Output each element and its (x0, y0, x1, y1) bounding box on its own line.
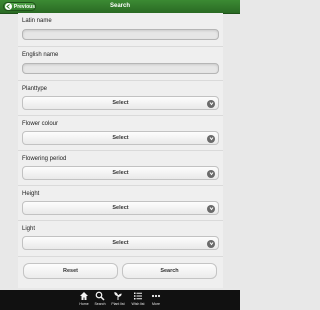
height-select[interactable]: Select (22, 201, 219, 215)
flowering-period-label: Flowering period (22, 156, 67, 162)
search-icon (95, 291, 105, 301)
flower-colour-select[interactable]: Select (22, 131, 219, 145)
nav-label-wish-list: Wish list (131, 302, 145, 306)
bottom-nav-bar: Home Search Plant list Wish list More (0, 290, 240, 310)
divider (18, 185, 223, 186)
reset-button[interactable]: Reset (23, 263, 118, 279)
nav-item-more[interactable]: More (148, 291, 164, 309)
list-icon (134, 292, 142, 300)
divider (18, 80, 223, 81)
nav-item-wish-list[interactable]: Wish list (130, 291, 146, 309)
search-form: Latin name English name Planttype Select… (18, 13, 223, 288)
top-bar: Previous Search (0, 0, 240, 14)
plant-icon (114, 292, 122, 300)
divider (18, 150, 223, 151)
height-select-value: Select (112, 205, 129, 211)
nav-label-home: Home (79, 302, 89, 306)
divider (18, 46, 223, 47)
light-select[interactable]: Select (22, 236, 219, 250)
english-name-input[interactable] (22, 63, 219, 74)
latin-name-label: Latin name (22, 18, 52, 24)
more-icon (151, 294, 161, 298)
chevron-down-icon (207, 99, 215, 108)
search-button[interactable]: Search (122, 263, 217, 279)
light-select-value: Select (112, 240, 129, 246)
divider (18, 220, 223, 221)
plant-type-select-value: Select (112, 100, 129, 106)
height-label: Height (22, 191, 40, 197)
nav-item-search[interactable]: Search (92, 291, 108, 309)
home-icon (80, 292, 88, 300)
chevron-down-icon (207, 134, 215, 143)
nav-item-plant-list[interactable]: Plant list (110, 291, 126, 309)
nav-label-plant-list: Plant list (111, 302, 125, 306)
plant-type-select[interactable]: Select (22, 96, 219, 110)
nav-label-more: More (152, 302, 160, 306)
latin-name-input[interactable] (22, 29, 219, 40)
light-label: Light (22, 226, 36, 232)
divider (18, 115, 223, 116)
flowering-period-select-value: Select (112, 170, 129, 176)
chevron-down-icon (207, 239, 215, 248)
plant-type-label: Planttype (22, 86, 48, 92)
chevron-down-icon (207, 204, 215, 213)
flower-colour-label: Flower colour (22, 121, 59, 127)
english-name-label: English name (22, 52, 59, 58)
chevron-down-icon (207, 169, 215, 178)
divider (18, 256, 223, 257)
nav-item-home[interactable]: Home (76, 291, 92, 309)
flower-colour-select-value: Select (112, 135, 129, 141)
flowering-period-select[interactable]: Select (22, 166, 219, 180)
page-title: Search (109, 3, 130, 9)
nav-label-search: Search (94, 302, 106, 306)
